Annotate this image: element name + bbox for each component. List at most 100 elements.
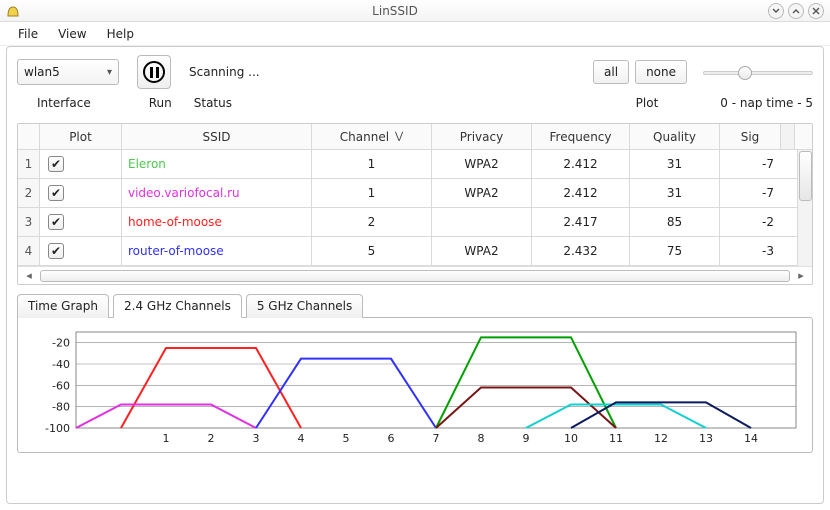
th-channel[interactable]: Channel⋁ bbox=[312, 124, 432, 149]
row-signal: -2 bbox=[720, 208, 780, 236]
svg-text:4: 4 bbox=[298, 432, 305, 445]
row-index: 4 bbox=[18, 237, 40, 265]
row-ssid: home-of-moose bbox=[122, 208, 312, 236]
row-frequency: 2.412 bbox=[532, 179, 630, 207]
row-signal: -7 bbox=[720, 150, 780, 178]
label-naptime: 0 - nap time - 5 bbox=[720, 96, 813, 110]
minimize-button[interactable] bbox=[768, 3, 784, 19]
plot-all-button[interactable]: all bbox=[593, 60, 629, 84]
svg-text:13: 13 bbox=[699, 432, 713, 445]
vertical-scrollbar[interactable] bbox=[797, 150, 812, 266]
th-scroll bbox=[780, 124, 795, 149]
row-frequency: 2.432 bbox=[532, 237, 630, 265]
scroll-left-icon[interactable]: ◂ bbox=[22, 269, 36, 282]
close-button[interactable] bbox=[808, 3, 824, 19]
row-ssid: Eleron bbox=[122, 150, 312, 178]
tab-5ghz[interactable]: 5 GHz Channels bbox=[246, 294, 363, 318]
app-icon bbox=[6, 4, 20, 18]
table-row: 2✔video.variofocal.ru1WPA22.41231-7 bbox=[18, 179, 812, 208]
th-privacy[interactable]: Privacy bbox=[432, 124, 532, 149]
svg-text:10: 10 bbox=[564, 432, 578, 445]
plot-checkbox[interactable]: ✔ bbox=[48, 243, 64, 259]
table-row: 4 ✔ router-of-moose5WPA22.43275-3 bbox=[18, 237, 812, 266]
tab-24ghz[interactable]: 2.4 GHz Channels bbox=[113, 294, 242, 318]
th-signal[interactable]: Sig bbox=[720, 124, 780, 149]
row-frequency: 2.417 bbox=[532, 208, 630, 236]
row-plot: ✔ bbox=[40, 179, 122, 207]
svg-text:-80: -80 bbox=[52, 401, 70, 414]
row-plot: ✔ bbox=[40, 150, 122, 178]
svg-text:-40: -40 bbox=[52, 358, 70, 371]
label-status: Status bbox=[194, 96, 232, 110]
vscroll-thumb[interactable] bbox=[799, 151, 812, 201]
svg-text:5: 5 bbox=[343, 432, 350, 445]
row-ssid: video.variofocal.ru bbox=[122, 179, 312, 207]
main-frame: wlan5 ▾ Scanning ... all none Interface … bbox=[6, 46, 824, 504]
menu-help[interactable]: Help bbox=[97, 24, 144, 44]
svg-text:-60: -60 bbox=[52, 379, 70, 392]
run-pause-button[interactable] bbox=[137, 55, 171, 89]
row-signal: -3 bbox=[720, 237, 780, 265]
menu-file[interactable]: File bbox=[8, 24, 48, 44]
row-privacy: WPA2 bbox=[432, 237, 532, 265]
row-index: 3 bbox=[18, 208, 40, 236]
plot-checkbox[interactable]: ✔ bbox=[48, 185, 64, 201]
channel-chart: -20-40-60-80-1001234567891011121314 bbox=[26, 326, 806, 448]
th-quality[interactable]: Quality bbox=[630, 124, 720, 149]
row-frequency: 2.412 bbox=[532, 150, 630, 178]
svg-text:2: 2 bbox=[208, 432, 215, 445]
toolbar: wlan5 ▾ Scanning ... all none bbox=[17, 55, 813, 89]
row-quality: 31 bbox=[630, 179, 720, 207]
interface-select[interactable]: wlan5 ▾ bbox=[17, 59, 119, 85]
menu-view[interactable]: View bbox=[48, 24, 96, 44]
plot-checkbox[interactable]: ✔ bbox=[48, 156, 64, 172]
label-run: Run bbox=[149, 96, 172, 110]
tab-time-graph[interactable]: Time Graph bbox=[17, 294, 109, 318]
table-row: 1✔Eleron1WPA22.41231-7 bbox=[18, 150, 812, 179]
row-quality: 31 bbox=[630, 150, 720, 178]
status-text: Scanning ... bbox=[189, 65, 260, 79]
table-row: 3✔home-of-moose22.41785-2 bbox=[18, 208, 812, 237]
svg-text:11: 11 bbox=[609, 432, 623, 445]
row-ssid: router-of-moose bbox=[122, 237, 312, 265]
pause-icon bbox=[143, 61, 165, 83]
graph-tabs: Time Graph 2.4 GHz Channels 5 GHz Channe… bbox=[17, 293, 813, 317]
row-quality: 85 bbox=[630, 208, 720, 236]
th-ssid[interactable]: SSID bbox=[122, 124, 312, 149]
networks-table: Plot SSID Channel⋁ Privacy Frequency Qua… bbox=[17, 123, 813, 285]
row-plot: ✔ bbox=[40, 208, 122, 236]
scroll-right-icon[interactable]: ▸ bbox=[794, 269, 808, 282]
table-header: Plot SSID Channel⋁ Privacy Frequency Qua… bbox=[18, 124, 812, 150]
row-channel: 1 bbox=[312, 150, 432, 178]
svg-text:-100: -100 bbox=[45, 422, 70, 435]
titlebar: LinSSID bbox=[0, 0, 830, 22]
plot-none-button[interactable]: none bbox=[635, 60, 687, 84]
interface-value: wlan5 bbox=[24, 65, 107, 79]
svg-text:7: 7 bbox=[433, 432, 440, 445]
svg-text:9: 9 bbox=[523, 432, 530, 445]
svg-text:6: 6 bbox=[388, 432, 395, 445]
row-quality: 75 bbox=[630, 237, 720, 265]
row-signal: -7 bbox=[720, 179, 780, 207]
svg-text:14: 14 bbox=[744, 432, 758, 445]
slider-thumb[interactable] bbox=[738, 66, 752, 80]
row-privacy: WPA2 bbox=[432, 150, 532, 178]
row-channel: 5 bbox=[312, 237, 432, 265]
th-plot[interactable]: Plot bbox=[40, 124, 122, 149]
svg-text:1: 1 bbox=[163, 432, 170, 445]
svg-text:12: 12 bbox=[654, 432, 668, 445]
menubar: File View Help bbox=[0, 22, 830, 46]
horizontal-scrollbar[interactable]: ◂ ▸ bbox=[18, 266, 812, 284]
naptime-slider[interactable] bbox=[703, 64, 813, 80]
app-title: LinSSID bbox=[26, 4, 764, 18]
plot-checkbox[interactable]: ✔ bbox=[48, 214, 64, 230]
th-frequency[interactable]: Frequency bbox=[532, 124, 630, 149]
label-plot: Plot bbox=[636, 96, 659, 110]
maximize-button[interactable] bbox=[788, 3, 804, 19]
th-index[interactable] bbox=[18, 124, 40, 149]
hscroll-track[interactable] bbox=[40, 270, 790, 282]
svg-text:3: 3 bbox=[253, 432, 260, 445]
sort-indicator-icon: ⋁ bbox=[395, 131, 403, 142]
toolbar-labels: Interface Run Status Plot 0 - nap time -… bbox=[17, 93, 813, 113]
chart-panel: -20-40-60-80-1001234567891011121314 bbox=[17, 317, 813, 453]
